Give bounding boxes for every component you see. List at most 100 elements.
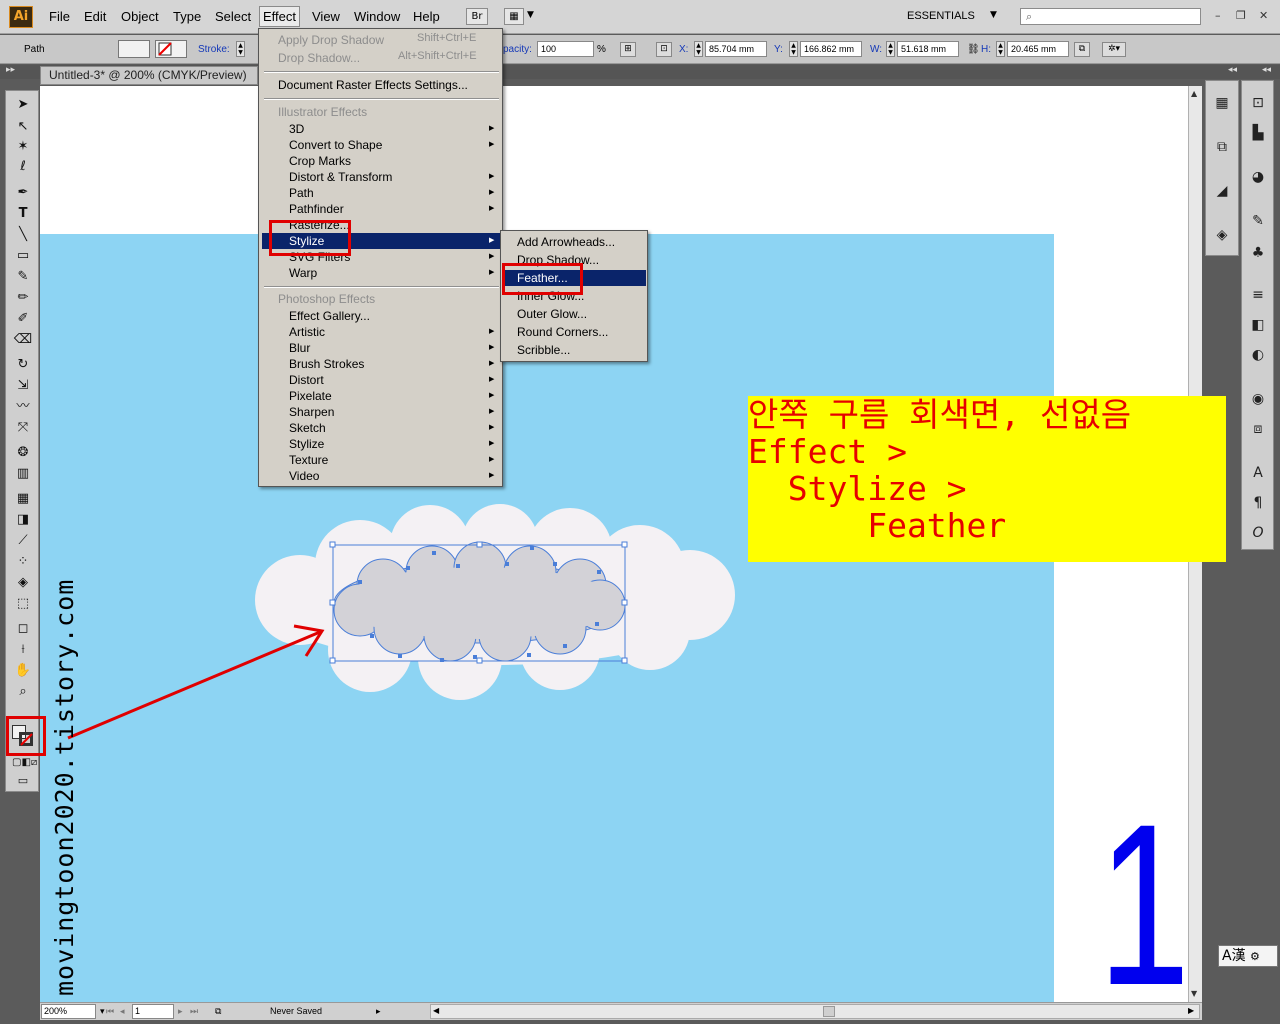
search-input[interactable]: ⌕: [1020, 8, 1201, 25]
menu-item-texture[interactable]: Texture: [289, 452, 328, 468]
symbol-sprayer-tool-icon[interactable]: ❂: [12, 443, 34, 463]
menu-item-distort-transform[interactable]: Distort & Transform: [289, 169, 392, 185]
line-tool-icon[interactable]: ╲: [12, 225, 34, 245]
paintbrush-tool-icon[interactable]: ✎: [12, 267, 34, 287]
eyedropper-tool-icon[interactable]: ⟋: [12, 531, 34, 551]
scroll-left-icon[interactable]: ◀: [433, 1006, 439, 1015]
warp-tool-icon[interactable]: 〰: [12, 397, 34, 417]
menu-select[interactable]: Select: [215, 9, 251, 24]
opentype-panel-icon[interactable]: O: [1247, 523, 1269, 543]
x-stepper[interactable]: ▲ ▼: [694, 41, 703, 57]
horizontal-scroll-thumb[interactable]: [823, 1006, 835, 1017]
height-stepper[interactable]: ▲ ▼: [996, 41, 1005, 57]
horizontal-scrollbar[interactable]: ◀ ▶: [430, 1004, 1200, 1019]
status-menu-icon[interactable]: ▸: [376, 1006, 381, 1017]
zoom-level-dropdown[interactable]: 200%: [41, 1004, 96, 1019]
menu-item-convert-to-shape[interactable]: Convert to Shape: [289, 137, 382, 153]
symbols-club-icon[interactable]: ♣: [1247, 243, 1269, 263]
hand-tool-icon[interactable]: ✋: [12, 661, 34, 681]
selection-tool-icon[interactable]: ➤: [12, 95, 34, 115]
column-graph-tool-icon[interactable]: ▥: [12, 464, 34, 484]
blob-brush-tool-icon[interactable]: ✐: [12, 309, 34, 329]
opacity-label[interactable]: pacity:: [503, 44, 532, 55]
bridge-button[interactable]: Br: [466, 8, 488, 25]
zoom-dropdown-icon[interactable]: ▾: [100, 1006, 105, 1017]
ime-indicator[interactable]: A漢 ⚙: [1218, 945, 1278, 967]
arrange-dropdown-icon[interactable]: ▼: [527, 10, 534, 20]
menu-file[interactable]: File: [49, 9, 70, 24]
lasso-tool-icon[interactable]: ℓ: [12, 157, 34, 177]
restore-icon[interactable]: ❐: [1236, 9, 1246, 22]
scale-tool-icon[interactable]: ⇲: [12, 376, 34, 396]
scroll-down-icon[interactable]: ▼: [1191, 989, 1197, 998]
menu-item-pathfinder[interactable]: Pathfinder: [289, 201, 344, 217]
first-artboard-icon[interactable]: ⏮: [106, 1006, 114, 1017]
menu-item-add-arrowheads[interactable]: Add Arrowheads...: [517, 234, 615, 250]
character-panel-icon[interactable]: A: [1247, 463, 1269, 483]
swatches-panel-icon[interactable]: ▦: [1211, 93, 1233, 113]
reference-point-icon[interactable]: ⊞: [620, 42, 636, 57]
fill-color-dropdown[interactable]: [118, 40, 150, 58]
y-input[interactable]: 166.862 mm: [800, 41, 862, 57]
y-stepper[interactable]: ▲ ▼: [789, 41, 798, 57]
minimize-icon[interactable]: –: [1215, 9, 1221, 22]
menu-item-path[interactable]: Path: [289, 185, 314, 201]
stroke-label[interactable]: Stroke:: [198, 44, 230, 55]
opacity-input[interactable]: 100: [537, 41, 594, 57]
transform-panel-icon[interactable]: ⧉: [1074, 42, 1090, 57]
menu-item-crop-marks[interactable]: Crop Marks: [289, 153, 351, 169]
rectangle-tool-icon[interactable]: ▭: [12, 246, 34, 266]
next-artboard-icon[interactable]: ▸: [178, 1006, 183, 1017]
menu-item-ps-stylize[interactable]: Stylize: [289, 436, 324, 452]
workspace-switcher[interactable]: ESSENTIALS: [907, 10, 975, 22]
menu-item-round-corners[interactable]: Round Corners...: [517, 324, 608, 340]
menu-item-artistic[interactable]: Artistic: [289, 324, 325, 340]
constrain-proportions-icon[interactable]: ⛓: [967, 44, 980, 55]
menu-object[interactable]: Object: [121, 9, 159, 24]
arrange-documents-icon[interactable]: ▦: [504, 8, 524, 25]
menu-effect[interactable]: Effect: [259, 6, 301, 27]
color-guide-panel-icon[interactable]: ◕: [1247, 167, 1269, 187]
menu-item-blur[interactable]: Blur: [289, 340, 310, 356]
menu-item-warp[interactable]: Warp: [289, 265, 317, 281]
artboard-number-input[interactable]: 1: [132, 1004, 174, 1019]
pencil-tool-icon[interactable]: ✏: [12, 288, 34, 308]
close-icon[interactable]: ✕: [1259, 9, 1268, 22]
pen-tool-icon[interactable]: ✒: [12, 183, 34, 203]
eraser-tool-icon[interactable]: ⌫: [12, 330, 34, 350]
mesh-tool-icon[interactable]: ▦: [12, 489, 34, 509]
graphic-styles-panel-icon[interactable]: ◢: [1211, 181, 1233, 201]
artboards-panel-icon[interactable]: ⊡: [1247, 93, 1269, 113]
previous-artboard-icon[interactable]: ◂: [120, 1006, 125, 1017]
menu-item-brush-strokes[interactable]: Brush Strokes: [289, 356, 364, 372]
height-input[interactable]: 20.465 mm: [1007, 41, 1069, 57]
gradient-tool-icon[interactable]: ◨: [12, 510, 34, 530]
menu-item-3d[interactable]: 3D: [289, 121, 304, 137]
transparency-panel-icon[interactable]: ◐: [1247, 345, 1269, 365]
menu-help[interactable]: Help: [413, 9, 440, 24]
align-panel-icon[interactable]: ▙: [1247, 123, 1269, 143]
stroke-weight-stepper[interactable]: ▲ ▼: [236, 41, 245, 57]
menu-item-sketch[interactable]: Sketch: [289, 420, 326, 436]
menu-window[interactable]: Window: [354, 9, 400, 24]
scroll-up-icon[interactable]: ▲: [1191, 89, 1197, 98]
brushes-panel-icon[interactable]: ✎: [1247, 211, 1269, 231]
zoom-tool-icon[interactable]: ⌕: [12, 682, 34, 702]
blend-tool-icon[interactable]: ⁘: [12, 552, 34, 572]
layers-panel-icon[interactable]: ◈: [1211, 225, 1233, 245]
workspace-dropdown-icon[interactable]: ▼: [990, 10, 997, 20]
artboard-tool-icon[interactable]: ◻: [12, 619, 34, 639]
menu-type[interactable]: Type: [173, 9, 201, 24]
document-tab[interactable]: Untitled-3* @ 200% (CMYK/Preview): [40, 66, 258, 85]
slice-tool-icon[interactable]: ⟊: [12, 640, 34, 660]
menu-item-effect-gallery[interactable]: Effect Gallery...: [289, 308, 370, 324]
gradient-panel-icon[interactable]: ◧: [1247, 315, 1269, 335]
width-stepper[interactable]: ▲ ▼: [886, 41, 895, 57]
isolate-object-icon[interactable]: ✲▾: [1102, 42, 1126, 57]
dock-collapse-icon[interactable]: ◂◂: [1228, 65, 1237, 75]
menu-edit[interactable]: Edit: [84, 9, 106, 24]
menu-item-scribble[interactable]: Scribble...: [517, 342, 570, 358]
menu-item-sharpen[interactable]: Sharpen: [289, 404, 334, 420]
paragraph-panel-icon[interactable]: ¶: [1247, 493, 1269, 513]
menu-item-apply-drop-shadow[interactable]: Apply Drop Shadow: [278, 32, 384, 48]
